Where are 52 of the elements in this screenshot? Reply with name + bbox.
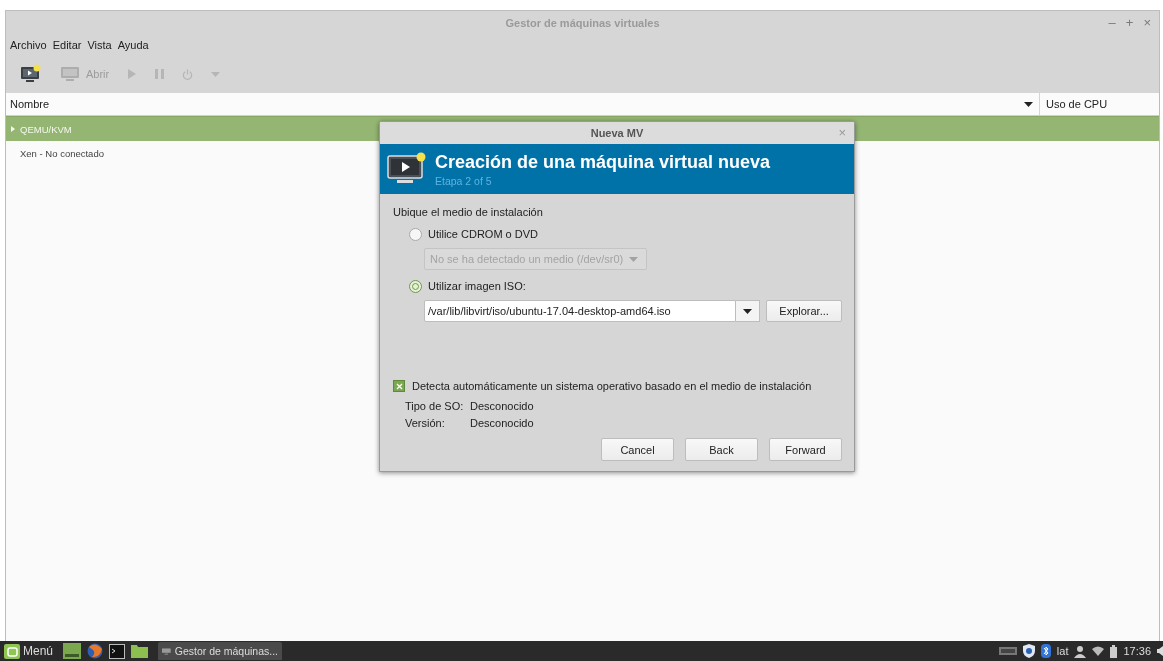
start-menu-button[interactable]: Menú — [4, 643, 58, 659]
battery-icon[interactable] — [1110, 644, 1118, 658]
user-icon[interactable] — [1074, 644, 1087, 658]
dialog-button[interactable]: Cancel — [601, 438, 674, 461]
info-label: Tipo de SO: — [405, 400, 465, 412]
caret-icon — [743, 308, 753, 314]
checkbox[interactable] — [393, 380, 405, 392]
caret-icon — [211, 71, 221, 77]
taskbar-window-button[interactable]: Gestor de máquinas... — [158, 642, 283, 660]
wifi-icon[interactable] — [1092, 646, 1105, 656]
menu-item[interactable]: Ayuda — [117, 39, 149, 51]
dialog-button[interactable]: Forward — [769, 438, 842, 461]
keyboard-layout[interactable]: lat — [1056, 645, 1069, 657]
column-header[interactable]: Uso de CPU — [1040, 93, 1159, 115]
info-value: Desconocido — [470, 417, 534, 429]
clock[interactable]: 17:36 — [1123, 645, 1151, 657]
window-title: Gestor de máquinas virtuales — [505, 17, 660, 29]
monitor-icon — [60, 66, 80, 82]
terminal-icon[interactable] — [109, 643, 126, 659]
caret-icon — [629, 256, 639, 262]
shield-icon[interactable] — [1022, 644, 1035, 658]
power-icon — [182, 68, 194, 80]
column-header[interactable]: Nombre — [6, 93, 1040, 115]
radio-button[interactable] — [409, 279, 422, 293]
caret-icon — [1024, 101, 1033, 107]
desktop-icon[interactable] — [63, 643, 82, 659]
info-value: Desconocido — [470, 400, 534, 412]
info-label: Versión: — [405, 417, 446, 429]
monitor-icon — [162, 647, 171, 655]
browse-button[interactable]: Explorar... — [766, 300, 842, 322]
menu-item[interactable]: Editar — [52, 39, 82, 51]
volume-icon[interactable] — [1157, 646, 1163, 656]
pause-icon — [155, 69, 165, 79]
browser-icon[interactable] — [87, 643, 104, 659]
step-indicator: Etapa 2 of 5 — [435, 174, 493, 187]
keyboard-icon[interactable] — [998, 647, 1017, 655]
monitor-play-icon — [387, 152, 427, 186]
dialog-heading: Creación de una máquina virtual nueva — [435, 151, 771, 173]
dropdown-button[interactable] — [736, 300, 761, 322]
menu-item[interactable]: Archivo — [10, 39, 47, 51]
dialog-button[interactable]: Back — [685, 438, 758, 461]
folder-icon[interactable] — [131, 644, 149, 658]
section-label: Ubique el medio de instalación — [393, 206, 544, 218]
radio-label[interactable]: Utilizar imagen ISO: — [428, 280, 526, 292]
play-icon — [127, 69, 138, 79]
bluetooth-icon[interactable] — [1040, 644, 1051, 658]
logo-icon — [4, 643, 20, 659]
iso-path-field[interactable]: /var/lib/libvirt/iso/ubuntu-17.04-desktop-amd64.iso — [424, 300, 737, 322]
dialog-title: Nueva MV — [590, 127, 644, 139]
checkbox-label[interactable]: Detecta automáticamente un sistema operativo basado en el medio de instalación — [412, 380, 812, 392]
connection-label[interactable]: Xen - No conectado — [20, 147, 104, 159]
menu-item[interactable]: Vista — [87, 39, 112, 51]
